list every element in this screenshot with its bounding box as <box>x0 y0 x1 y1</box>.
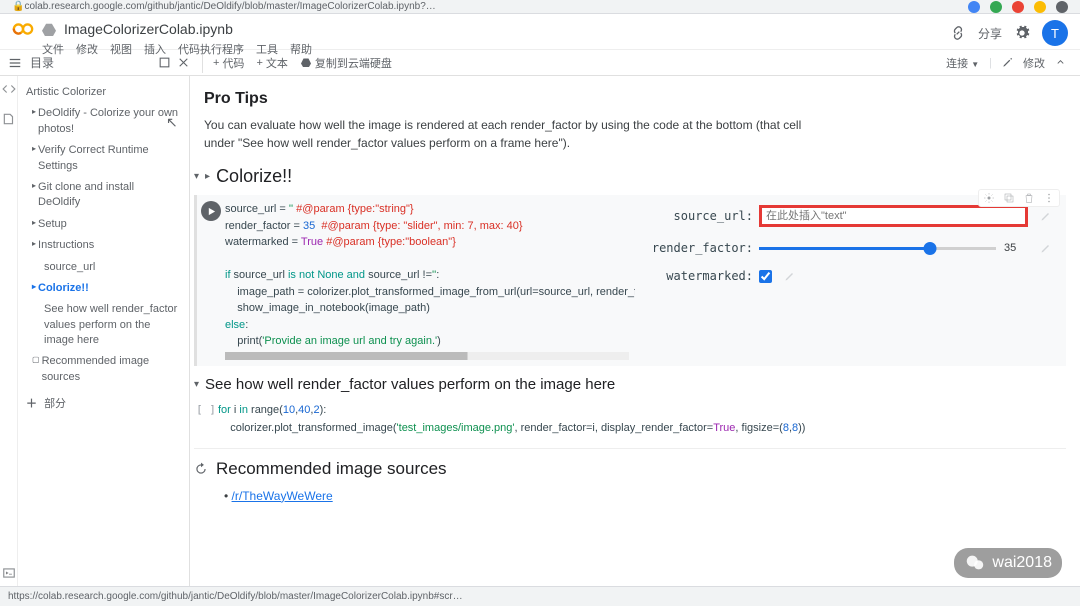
reddit-link[interactable]: /r/TheWayWeWere <box>232 489 333 503</box>
slider-thumb[interactable] <box>923 242 936 255</box>
settings-gear-icon[interactable] <box>1014 25 1030 41</box>
render-factor-label: render_factor: <box>643 241 753 255</box>
cell-more-icon[interactable] <box>1043 192 1055 204</box>
code-editor[interactable]: source_url = '' #@param {type:"string"} … <box>225 195 635 366</box>
drive-icon <box>42 22 56 36</box>
watermarked-label: watermarked: <box>643 269 753 283</box>
menu-insert[interactable]: 插入 <box>144 41 166 57</box>
browser-address-bar: 🔒 colab.research.google.com/github/janti… <box>0 0 1080 14</box>
toc-item-recommended[interactable]: ▢Recommended image sources <box>26 351 181 388</box>
source-url-label: source_url: <box>643 209 753 223</box>
share-link-icon[interactable] <box>950 25 966 41</box>
wechat-icon <box>964 552 986 574</box>
collapse-up-icon[interactable] <box>1055 57 1066 68</box>
share-label[interactable]: 分享 <box>978 25 1002 42</box>
run-cell-button[interactable] <box>201 201 221 221</box>
left-rail <box>0 76 18 586</box>
divider <box>194 448 1066 449</box>
toc-item-instructions[interactable]: ▸Instructions <box>26 235 181 256</box>
user-avatar[interactable]: T <box>1042 20 1068 46</box>
page-url: colab.research.google.com/github/jantic/… <box>24 1 968 12</box>
reload-icon <box>194 462 208 476</box>
colorize-code-cell[interactable]: source_url = '' #@param {type:"string"} … <box>194 195 1066 366</box>
code-editor[interactable]: for i in range(10,40,2): colorizer.plot_… <box>218 401 805 438</box>
watermark-overlay: wai2018 <box>954 548 1062 578</box>
recommended-section-head[interactable]: Recommended image sources <box>194 459 1066 479</box>
seehow-section-head[interactable]: ▾ See how well render_factor values perf… <box>194 376 1066 393</box>
toc-item-verify-runtime[interactable]: ▸Verify Correct Runtime Settings <box>26 140 181 177</box>
files-icon[interactable] <box>2 112 16 126</box>
status-bar: https://colab.research.google.com/github… <box>0 586 1080 606</box>
new-window-icon[interactable] <box>158 56 171 69</box>
edit-field-icon[interactable] <box>1040 242 1052 254</box>
terminal-icon[interactable] <box>2 566 16 580</box>
cell-link-icon[interactable] <box>1003 192 1015 204</box>
colorize-heading: Colorize!! <box>216 166 292 187</box>
source-url-input[interactable] <box>759 205 1028 227</box>
menu-bar: 文件 修改 视图 插入 代码执行程序 工具 帮助 <box>12 40 1068 57</box>
seehow-heading: See how well render_factor values perfor… <box>205 376 615 393</box>
cell-prompt: [ ] <box>194 401 218 438</box>
edit-field-icon[interactable] <box>1040 210 1052 222</box>
cell-action-bar <box>978 189 1060 207</box>
lock-icon: 🔒 <box>12 1 24 12</box>
edit-field-icon[interactable] <box>784 270 796 282</box>
toc-item-deoldify[interactable]: ▸DeOldify - Colorize your own photos! <box>26 103 181 140</box>
toc-item-artistic-colorizer[interactable]: Artistic Colorizer <box>26 82 181 103</box>
cell-settings-icon[interactable] <box>983 192 995 204</box>
menu-view[interactable]: 视图 <box>110 41 132 57</box>
colorize-section-head[interactable]: ▾ ▸ Colorize!! <box>194 166 1066 187</box>
menu-hamburger-icon[interactable] <box>8 56 22 70</box>
recommended-heading: Recommended image sources <box>216 459 447 479</box>
toc-item-source-url[interactable]: source_url <box>26 257 181 278</box>
toc-item-git-clone[interactable]: ▸Git clone and install DeOldify <box>26 177 181 214</box>
code-snippets-icon[interactable] <box>2 82 16 96</box>
toc-item-setup[interactable]: ▸Setup <box>26 214 181 235</box>
toc-item-add-section[interactable]: ＋ 部分 <box>26 394 181 415</box>
drive-small-icon <box>300 57 312 69</box>
protips-heading: Pro Tips <box>204 90 1066 108</box>
render-factor-slider[interactable] <box>759 247 996 250</box>
notebook-name[interactable]: ImageColorizerColab.ipynb <box>64 21 233 37</box>
close-toc-icon[interactable] <box>177 56 190 69</box>
menu-edit[interactable]: 修改 <box>76 41 98 57</box>
render-factor-loop-cell[interactable]: [ ] for i in range(10,40,2): colorizer.p… <box>194 401 1066 438</box>
cell-delete-icon[interactable] <box>1023 192 1035 204</box>
code-horizontal-scrollbar[interactable] <box>225 352 629 360</box>
recommended-link-item: • /r/TheWayWeWere <box>224 489 1066 503</box>
protips-text: You can evaluate how well the image is r… <box>204 116 804 152</box>
pencil-icon <box>1002 57 1013 68</box>
colab-logo-icon <box>12 18 34 40</box>
menu-runtime[interactable]: 代码执行程序 <box>178 41 244 57</box>
menu-tools[interactable]: 工具 <box>256 41 278 57</box>
browser-extension-icons <box>968 1 1068 13</box>
toc-item-see-how-well[interactable]: See how well render_factor values perfor… <box>26 299 181 351</box>
status-url: https://colab.research.google.com/github… <box>8 591 1072 602</box>
toc-item-colorize[interactable]: ▸Colorize!! <box>26 278 181 299</box>
watermarked-checkbox[interactable] <box>759 270 772 283</box>
colab-header: ImageColorizerColab.ipynb 文件 修改 视图 插入 代码… <box>0 14 1080 50</box>
menu-file[interactable]: 文件 <box>42 41 64 57</box>
render-factor-value: 35 <box>1004 242 1028 254</box>
notebook-content: Pro Tips You can evaluate how well the i… <box>190 76 1080 586</box>
menu-help[interactable]: 帮助 <box>290 41 312 57</box>
cell-form-panel: source_url: render_factor: 35 <box>635 195 1066 366</box>
table-of-contents: Artistic Colorizer ▸DeOldify - Colorize … <box>18 76 190 586</box>
